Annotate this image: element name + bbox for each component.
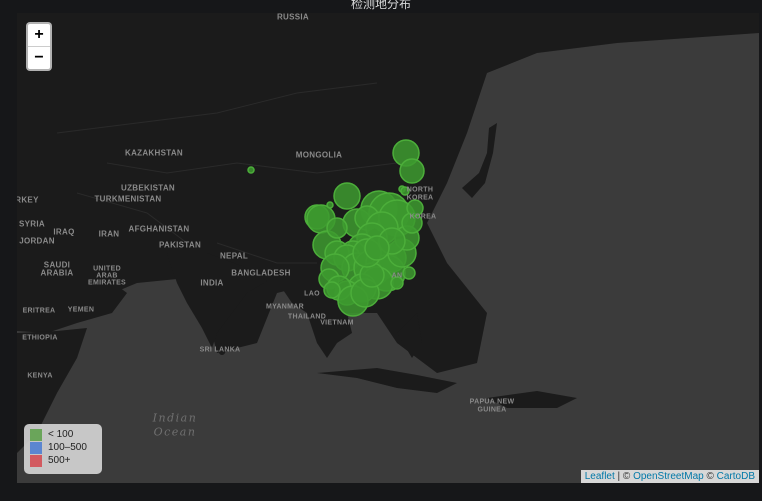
label-iran: IRAN — [98, 229, 120, 239]
label-uzbekistan: UZBEKISTAN — [121, 183, 175, 193]
label-papua1: PAPUA NEW — [469, 398, 515, 406]
label-korea2: KOREA — [409, 213, 437, 221]
label-srilanka: SRI LANKA — [199, 346, 241, 354]
label-indian-ocean1: Indian — [152, 411, 198, 425]
label-korea1: KOREA — [406, 194, 434, 202]
label-russia: RUSSIA — [276, 13, 310, 22]
osm-link[interactable]: OpenStreetMap — [633, 471, 704, 482]
detection-marker[interactable] — [333, 182, 361, 210]
detection-marker[interactable] — [326, 201, 334, 209]
label-eritrea: ERITREA — [22, 307, 56, 315]
label-bangladesh: BANGLADESH — [231, 268, 291, 278]
label-saudi2: ARABIA — [40, 268, 74, 278]
label-yemen: YEMEN — [67, 306, 95, 314]
label-vietnam: VIETNAM — [320, 319, 354, 327]
label-uae2: ARAB — [96, 272, 118, 280]
legend-label-low: < 100 — [48, 429, 74, 440]
label-jordan: JORDAN — [19, 236, 55, 246]
label-ethiopia: ETHIOPIA — [22, 334, 58, 342]
label-afghanistan: AFGHANISTAN — [128, 224, 190, 234]
legend-label-high: 500+ — [48, 455, 71, 466]
detection-marker[interactable] — [323, 281, 341, 299]
zoom-in-button[interactable]: + — [28, 24, 50, 46]
carto-link[interactable]: CartoDB — [717, 471, 755, 482]
label-nepal: NEPAL — [219, 251, 249, 261]
detection-marker[interactable] — [364, 235, 390, 261]
map-container[interactable]: + − RUSSIA KAZAKHSTAN MONGOLIA UZBEKISTA… — [17, 13, 759, 483]
legend-item-low: < 100 — [30, 428, 96, 441]
attribution-sep2: © — [703, 471, 717, 482]
label-taiwan: AN — [391, 272, 403, 280]
label-turkmenistan: TURKMENISTAN — [94, 194, 162, 204]
detection-marker[interactable] — [326, 217, 348, 239]
zoom-out-button[interactable]: − — [28, 46, 50, 69]
label-turkey: RKEY — [17, 195, 39, 205]
label-myanmar: MYANMAR — [265, 303, 305, 311]
label-laos: LAO — [304, 290, 320, 298]
label-india: INDIA — [200, 278, 224, 288]
label-papua2: GUINEA — [477, 406, 507, 414]
label-mongolia: MONGOLIA — [295, 150, 343, 160]
attribution-sep1: | © — [614, 471, 634, 482]
legend-swatch-mid — [30, 441, 42, 454]
legend-swatch-high — [30, 454, 42, 467]
label-syria: SYRIA — [19, 219, 45, 229]
detection-marker[interactable] — [247, 166, 255, 174]
label-uae3: EMIRATES — [87, 279, 127, 287]
label-uae1: UNITED — [93, 265, 121, 273]
leaflet-link[interactable]: Leaflet — [585, 471, 615, 482]
label-north-korea: NORTH — [406, 186, 434, 194]
detection-marker[interactable] — [402, 266, 416, 280]
label-pakistan: PAKISTAN — [158, 240, 202, 250]
legend-item-high: 500+ — [30, 454, 96, 467]
label-indian-ocean2: Ocean — [153, 425, 197, 439]
legend-item-mid: 100–500 — [30, 441, 96, 454]
map-attribution: Leaflet | © OpenStreetMap © CartoDB — [580, 470, 759, 483]
legend-label-mid: 100–500 — [48, 442, 87, 453]
panel-title: 检测地分布 — [350, 0, 411, 11]
legend-swatch-low — [30, 428, 42, 441]
zoom-control: + − — [26, 22, 52, 71]
detection-marker[interactable] — [399, 158, 425, 184]
label-kazakhstan: KAZAKHSTAN — [125, 148, 183, 158]
label-kenya: KENYA — [27, 372, 53, 380]
label-iraq: IRAQ — [53, 227, 75, 237]
map-basemap — [17, 13, 759, 483]
map-legend: < 100 100–500 500+ — [24, 424, 102, 474]
